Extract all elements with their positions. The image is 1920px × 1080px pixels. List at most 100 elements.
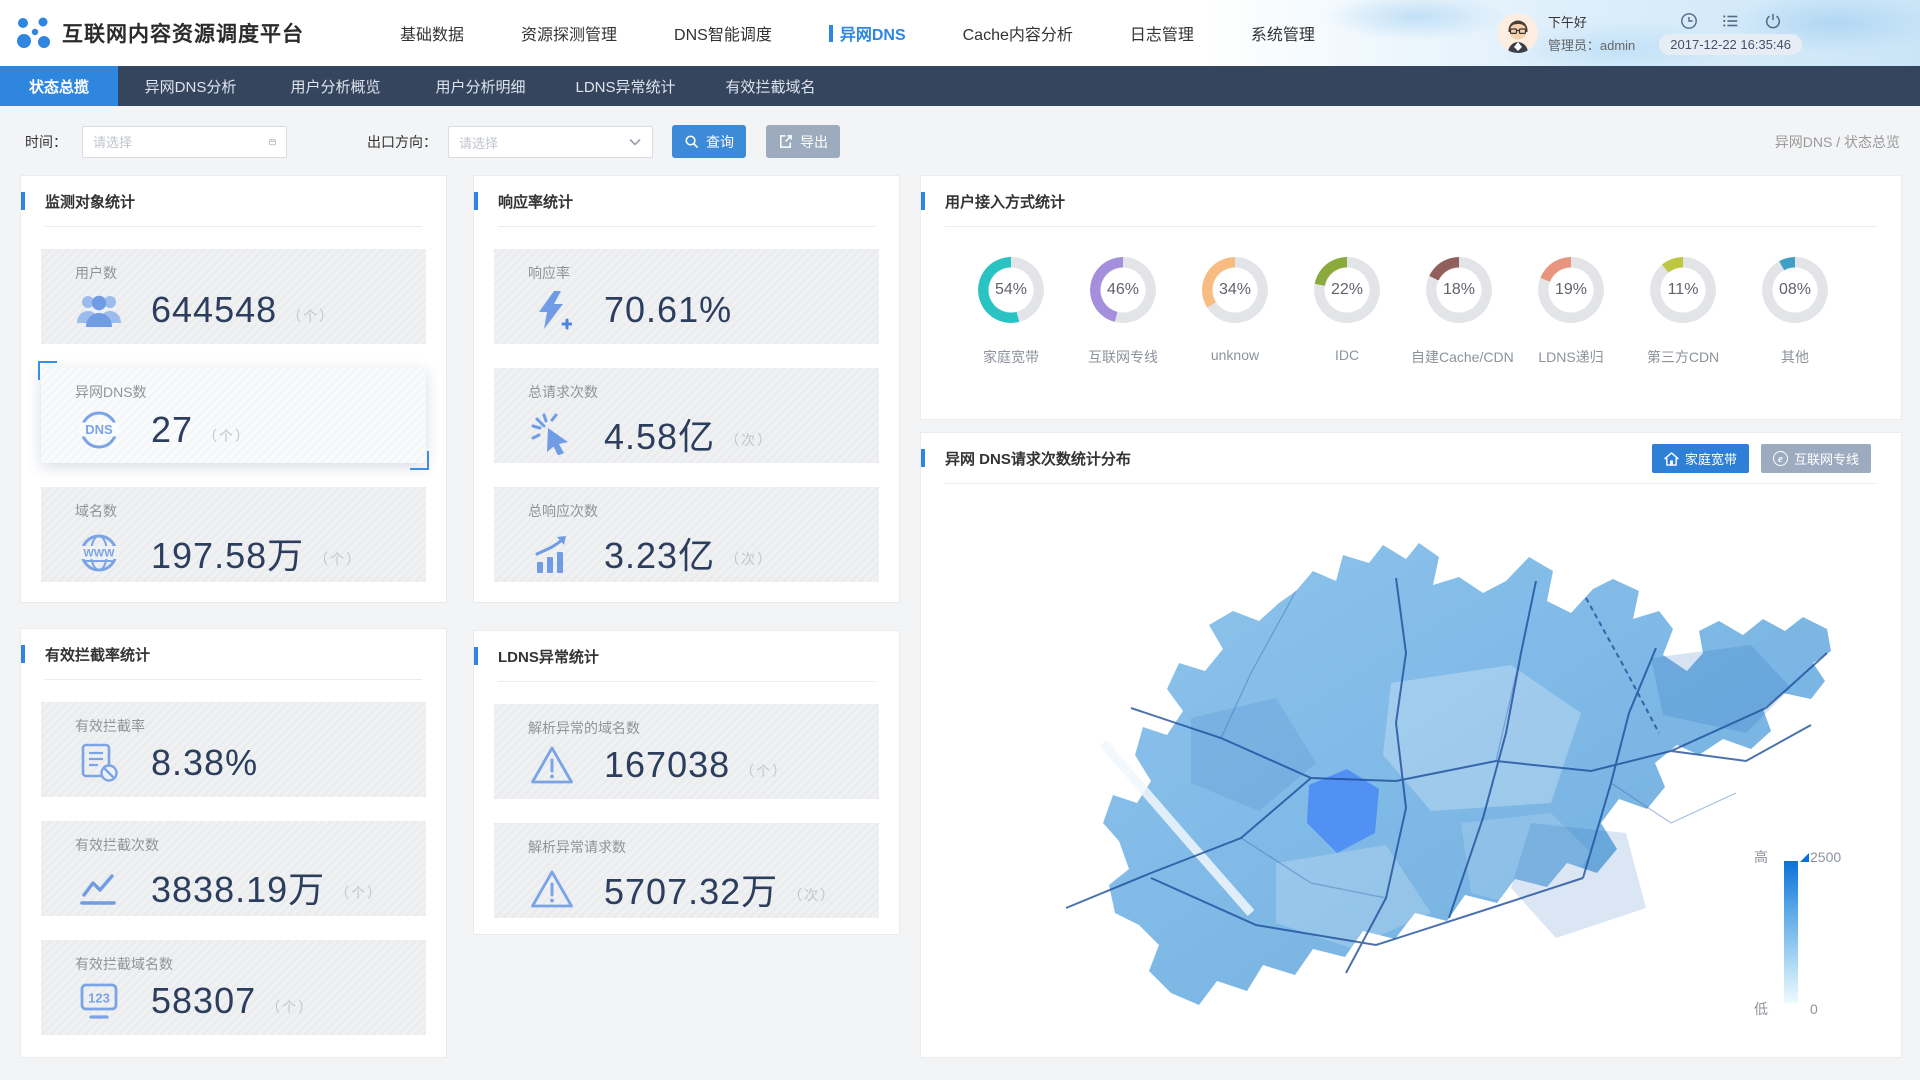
query-button[interactable]: 查询 [672,125,746,158]
shandong-choropleth-map[interactable] [991,493,1831,1033]
card-intercept-rate: 有效拦截率统计 有效拦截率 8.38% 有效拦截次数 3838.19万 （个） … [20,628,447,1058]
stat-tile-intercept-rate: 有效拦截率 8.38% [41,702,426,797]
export-button[interactable]: 导出 [766,125,840,158]
stat-tile-domain-count: 域名数 WWW 197.58万 （个） [41,487,426,582]
card-title: 响应率统计 [474,176,899,226]
user-area: 下午好 管理员：admin 2017-12-22 16:35:46 [1497,0,1802,66]
stat-tile-foreign-dns-count[interactable]: 异网DNS数 DNS 27 （个） [38,361,429,470]
direction-select-value: 请选择 [459,135,499,151]
tab-ldns-anomaly[interactable]: LDNS异常统计 [553,66,698,106]
stat-tile-anomaly-domains: 解析异常的域名数 167038 （个） [494,704,879,799]
nav-item-system-management[interactable]: 系统管理 [1251,21,1315,45]
dns-globe-icon: DNS [75,408,123,452]
list-menu-icon[interactable] [1722,12,1740,30]
tab-intercepted-domains[interactable]: 有效拦截域名 [698,66,843,106]
time-filter-label: 时间： [25,134,67,150]
legend-max-value: 2500 [1810,849,1842,865]
app-logo-icon [17,17,50,48]
nav-item-foreign-dns[interactable]: 异网DNS [828,21,906,45]
line-chart-icon [75,867,123,907]
map-series-toggle: 家庭宽带 e 互联网专线 [1651,444,1871,473]
tab-user-analysis-overview[interactable]: 用户分析概览 [263,66,408,106]
house-icon [1664,451,1679,466]
tab-user-analysis-detail[interactable]: 用户分析明细 [408,66,553,106]
donut-other: 08% 其他 [1747,257,1843,367]
time-picker-input[interactable] [93,134,269,150]
card-access-methods: 用户接入方式统计 54% 家庭宽带 46% 互联网专线 34% unknow 2… [920,175,1902,420]
chevron-down-icon [629,138,641,146]
donut-idc: 22% IDC [1299,257,1395,367]
sub-tabbar: 状态总揽 异网DNS分析 用户分析概览 用户分析明细 LDNS异常统计 有效拦截… [0,66,1920,106]
export-icon [780,135,792,148]
map-toggle-internet-line[interactable]: e 互联网专线 [1760,444,1871,473]
tab-foreign-dns-analysis[interactable]: 异网DNS分析 [118,66,263,106]
browser-e-icon: e [1772,451,1788,466]
legend-min-value: 0 [1810,1001,1818,1017]
card-title: 有效拦截率统计 [21,629,446,679]
app-header: 互联网内容资源调度平台 基础数据 资源探测管理 DNS智能调度 异网DNS Ca… [0,0,1920,66]
card-ldns-anomaly: LDNS异常统计 解析异常的域名数 167038 （个） 解析异常请求数 570… [473,630,900,935]
donut-home-broadband: 54% 家庭宽带 [963,257,1059,367]
number-panel-icon: 123 [75,980,123,1022]
nav-item-dns-smart-dispatch[interactable]: DNS智能调度 [674,21,772,45]
avatar[interactable] [1497,13,1538,53]
datetime-badge: 2017-12-22 16:35:46 [1659,33,1802,55]
card-title: LDNS异常统计 [474,631,899,681]
clock-icon[interactable] [1680,12,1698,30]
stat-tile-user-count: 用户数 644548 （个） [41,249,426,344]
tab-status-overview[interactable]: 状态总揽 [0,66,118,106]
active-nav-bar [828,24,833,42]
direction-filter-label: 出口方向： [367,134,437,150]
breadcrumb: 异网DNS / 状态总览 [1774,134,1900,150]
svg-text:123: 123 [88,991,110,1006]
warning-icon [528,745,576,785]
app-title: 互联网内容资源调度平台 [62,23,304,46]
stat-tile-response-rate: 响应率 70.61% [494,249,879,344]
card-title: 用户接入方式统计 [921,176,1901,226]
legend-high-label: 高 [1754,849,1768,865]
stat-tile-total-requests: 总请求次数 4.58亿 （次） [494,368,879,463]
legend-marker [1800,853,1809,862]
card-response-rate: 响应率统计 响应率 70.61% 总请求次数 4.58亿 （次） 总响应次数 3… [473,175,900,603]
donut-row: 54% 家庭宽带 46% 互联网专线 34% unknow 22% IDC 18… [921,227,1901,367]
legend-low-label: 低 [1754,1001,1768,1017]
greeting-block: 下午好 管理员：admin [1548,12,1635,54]
time-picker[interactable] [82,126,287,158]
search-icon [685,135,699,149]
calendar-icon [269,138,276,146]
stat-tile-intercept-domains: 有效拦截域名数 123 58307 （个） [41,940,426,1035]
card-monitor-objects: 监测对象统计 用户数 644548 （个） 异网DNS数 DNS 27 （个） … [20,175,447,603]
brand: 互联网内容资源调度平台 [16,0,304,66]
map-toggle-home-broadband[interactable]: 家庭宽带 [1651,444,1749,473]
document-block-icon [75,742,123,784]
svg-text:WWW: WWW [83,548,115,560]
divider [945,483,1877,484]
direction-select[interactable]: 请选择 [448,126,653,158]
top-nav: 基础数据 资源探测管理 DNS智能调度 异网DNS Cache内容分析 日志管理… [400,0,1315,66]
stat-tile-total-responses: 总响应次数 3.23亿 （次） [494,487,879,582]
header-tools: 2017-12-22 16:35:46 [1659,12,1802,55]
nav-item-resource-probe[interactable]: 资源探测管理 [521,21,617,45]
nav-item-cache-analysis[interactable]: Cache内容分析 [963,21,1073,45]
legend-gradient-bar [1784,861,1798,1003]
warning-icon [528,869,576,909]
nav-item-log-management[interactable]: 日志管理 [1130,21,1194,45]
donut-ldns-recursive: 19% LDNS递归 [1523,257,1619,367]
www-globe-icon: WWW [75,531,123,575]
map-legend: 高 2500 低 0 [1754,847,1849,1019]
click-cursor-icon [528,413,576,455]
donut-self-cache-cdn: 18% 自建Cache/CDN [1411,257,1514,367]
card-dns-request-map: 异网 DNS请求次数统计分布 家庭宽带 e 互联网专线 高 2500 低 0 [920,432,1902,1058]
power-icon[interactable] [1764,12,1782,30]
users-icon [75,291,123,329]
nav-item-basic-data[interactable]: 基础数据 [400,21,464,45]
filter-bar: 时间： 出口方向： 请选择 查询 导出 异网DNS / 状态总览 [0,106,1920,174]
donut-internet-line: 46% 互联网专线 [1075,257,1171,367]
card-title: 监测对象统计 [21,176,446,226]
donut-thirdparty-cdn: 11% 第三方CDN [1635,257,1731,367]
greeting-text: 下午好 [1547,15,1587,30]
stat-tile-anomaly-requests: 解析异常请求数 5707.32万 （次） [494,823,879,918]
svg-text:DNS: DNS [85,422,113,437]
rising-chart-icon [528,532,576,574]
lightning-icon [528,289,576,331]
